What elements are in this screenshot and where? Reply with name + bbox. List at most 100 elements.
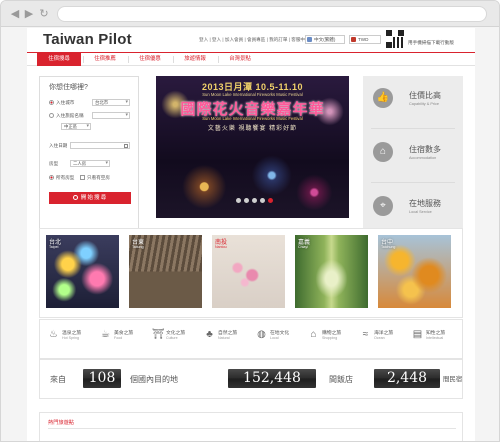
location-pin-icon: ⌖ [373,196,393,216]
option-city-label: 入住城市 [56,100,75,105]
feature-title: 住宿數多 [409,145,441,154]
category-hot-spring[interactable]: ♨ 溫泉之旅 Hot Spring [48,328,100,354]
menu-item-recommend[interactable]: 住宿推薦 [83,53,127,66]
flag-icon [307,37,312,42]
category-english: Hot Spring [62,336,79,340]
menu-item-spots[interactable]: 台灣景點 [218,53,262,66]
browser-toolbar: ◀ ▶ ↻ [1,1,499,27]
category-label: 文化之旅 [166,331,186,336]
reload-icon[interactable]: ↻ [38,8,50,20]
category-english: Natural [218,336,230,340]
shopping-bag-icon: ⌂ [310,329,317,340]
photo-taitung[interactable]: 台東 Taitung [129,235,202,308]
countries-counter: 108 [83,369,121,388]
features-panel: 👍 住價比高 Capability & Price ⌂ 住宿數多 Accommo… [363,76,463,240]
category-natural[interactable]: ♣ 自然之旅 Natural [204,328,256,354]
currency-value: TWD [358,37,369,42]
category-label: 自然之旅 [218,331,238,336]
category-english: Food [114,336,123,340]
back-arrow-icon[interactable]: ◀ [9,8,21,20]
menu-item-deals[interactable]: 住宿優惠 [128,53,172,66]
photo-chiayi[interactable]: 嘉義 Chiayi [295,235,368,308]
category-local[interactable]: ◍ 在地文化 Local [256,328,308,354]
category-label: 知性之旅 [426,331,446,336]
carousel-dot[interactable] [260,198,265,203]
language-select[interactable]: 中文(繁體) [305,35,345,44]
photo-english: Chiayi [298,245,308,249]
browser-window: ◀ ▶ ↻ Taiwan Pilot 登入 | 登入 | 加入會員 | 會員專區… [0,0,500,442]
site-logo[interactable]: Taiwan Pilot [43,31,132,48]
book-icon: ▤ [412,329,423,340]
currency-select[interactable]: TWD [349,35,381,44]
category-ocean[interactable]: ≈ 海洋之旅 Ocean [360,328,412,354]
calendar-icon[interactable] [124,144,128,148]
home-icon: ⌂ [373,142,393,162]
rooms-label: 房型 [49,161,59,166]
promo-banner[interactable]: 2013日月潭 10.5-11.10 Sun Moon Lake Interna… [156,76,349,218]
homestays-counter: 2,448 [374,369,440,388]
option-available[interactable]: 只看有空房 [80,175,110,181]
search-title: 你想住哪裡? [49,84,88,91]
carousel-dot[interactable] [236,198,241,203]
photo-nantou[interactable]: 南投 Nantou [212,235,285,308]
carousel-dot[interactable] [244,198,249,203]
wave-icon: ≈ [362,329,369,340]
photo-english: Nantou [215,245,227,249]
category-culture[interactable]: ⛩ 文化之旅 Culture [152,328,204,354]
category-shopping[interactable]: ⌂ 購物之旅 Shopping [308,328,360,354]
hotel-name-select[interactable] [92,112,130,119]
qr-code-icon[interactable] [386,30,404,48]
feature-english: Accommodation [409,156,437,160]
feature-price[interactable]: 👍 住價比高 Capability & Price [363,78,463,130]
category-label: 美食之旅 [114,331,134,336]
search-button[interactable]: 開始搜尋 [49,192,131,204]
hotels-suffix: 間飯店 [329,375,353,384]
room-type-select[interactable]: 二人房 [70,160,110,167]
option-hotel-name-label: 入住旅館名稱 [56,113,84,118]
option-city[interactable]: 入住城市 [49,100,74,106]
category-label: 購物之旅 [322,331,342,336]
checkbox-icon[interactable] [80,175,85,181]
category-food[interactable]: ☕ 美食之旅 Food [100,328,152,354]
top-links[interactable]: 登入 | 登入 | 加入會員 | 會員專區 | 我的訂單 | 客服中心 [199,37,310,43]
search-icon [72,195,78,201]
search-button-label: 開始搜尋 [80,195,108,201]
category-label: 海洋之旅 [374,331,394,336]
option-all-rooms-label: 所有房型 [56,175,75,180]
carousel-dot-active[interactable] [268,198,273,203]
carousel-dot[interactable] [252,198,257,203]
category-label: 溫泉之旅 [62,331,82,336]
radio-icon[interactable] [49,100,54,106]
countries-suffix: 個國內目的地 [130,375,178,384]
option-all-rooms[interactable]: 所有房型 [49,175,74,181]
checkin-label: 入住日期 [49,143,68,148]
city-select[interactable]: 台北市 [92,99,130,106]
checkin-date-field[interactable] [70,142,130,149]
category-intellectual[interactable]: ▤ 知性之旅 Intellectual [412,328,464,354]
radio-icon[interactable] [49,175,54,181]
district-select[interactable]: 中正區 [61,123,91,130]
radio-icon[interactable] [49,113,54,119]
photo-english: Taitung [132,245,144,249]
qr-caption: 用手機掃描下載行動版 [408,40,454,45]
hot-destinations-title: 熱門旅遊點 [48,420,74,426]
feature-english: Capability & Price [409,102,439,106]
feature-divider [371,182,455,183]
feature-title: 在地服務 [409,199,441,208]
forward-arrow-icon[interactable]: ▶ [23,8,35,20]
flag-icon [351,37,356,42]
address-bar[interactable] [57,6,487,22]
option-hotel-name[interactable]: 入住旅館名稱 [49,113,84,119]
feature-english: Local Service [409,210,432,214]
photo-english: Taipei [49,245,59,249]
category-label: 在地文化 [270,331,290,336]
category-english: Shopping [322,336,338,340]
photo-taichung[interactable]: 台中 Taichung [378,235,451,308]
banner-subtitle: Sun Moon Lake International Fireworks Mu… [202,92,303,97]
photo-taipei[interactable]: 台北 Taipei [46,235,119,308]
menu-item-info[interactable]: 旅遊情報 [173,53,217,66]
feature-accommodation[interactable]: ⌂ 住宿數多 Accommodation [363,132,463,184]
menu-item-search[interactable]: 住宿搜尋 [37,53,81,66]
thumbs-up-icon: 👍 [373,88,393,108]
category-english: Intellectual [426,336,444,340]
